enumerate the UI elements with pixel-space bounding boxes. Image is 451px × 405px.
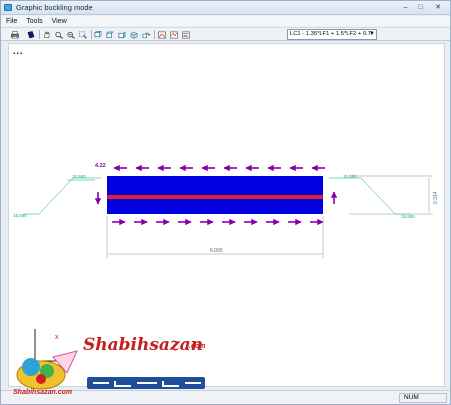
logo-text: Shabihsazan (83, 335, 203, 355)
print-icon[interactable] (10, 30, 20, 39)
menu-tools[interactable]: Tools (26, 18, 42, 25)
menu-view[interactable]: View (52, 18, 67, 25)
num-lock-indicator: NUM (399, 393, 447, 403)
zoom-out-icon[interactable] (66, 30, 76, 39)
buckling-mode-icon[interactable] (157, 30, 167, 39)
logo-suffix: .com (189, 343, 206, 350)
svg-text:x: x (55, 334, 59, 341)
title-bar[interactable]: Graphic buckling mode – □ ✕ (1, 1, 450, 15)
logo-persian-text-icon (87, 377, 205, 389)
close-button[interactable]: ✕ (429, 2, 447, 12)
view-side-icon[interactable] (117, 30, 127, 39)
zoom-icon[interactable] (54, 30, 64, 39)
menu-file[interactable]: File (6, 18, 17, 25)
logo-sub: Shabihsazan.com (13, 389, 73, 396)
book-icon[interactable] (26, 30, 36, 39)
buckling-line (107, 195, 323, 199)
left-bottom-dim: 15.550 (13, 213, 27, 218)
chevron-down-icon: ▼ (369, 31, 375, 37)
app-icon (4, 4, 12, 11)
load-combination-value: LC1 - 1.35*LF1 + 1.5*LF2 + 0.7I (290, 31, 373, 37)
right-bottom-dim: 15.550 (401, 214, 415, 219)
maximize-button[interactable]: □ (414, 2, 427, 12)
minimize-button[interactable]: – (399, 2, 412, 12)
height-dimension (349, 175, 433, 215)
window-title: Graphic buckling mode (16, 3, 93, 12)
view-top-icon[interactable] (105, 30, 115, 39)
pan-hand-icon[interactable] (42, 30, 52, 39)
values-icon[interactable] (181, 30, 191, 39)
view-3d-icon[interactable] (129, 30, 139, 39)
height-dim-label: 0.314 (433, 191, 439, 204)
right-top-dim: 15.550 (343, 174, 357, 179)
logo-emblem-icon: x (16, 329, 78, 390)
deformed-shape-icon[interactable] (169, 30, 179, 39)
toolbar: LC1 - 1.35*LF1 + 1.5*LF2 + 0.7I ▼ (1, 27, 450, 41)
load-factor-label: 4.22 (95, 163, 106, 169)
left-top-dim: 15.550 (72, 174, 86, 179)
left-support-lines (23, 177, 101, 215)
rotate-icon[interactable] (141, 30, 151, 39)
menu-bar: File Tools View (1, 16, 450, 26)
load-combination-select[interactable]: LC1 - 1.35*LF1 + 1.5*LF2 + 0.7I ▼ (287, 29, 377, 40)
view-front-icon[interactable] (93, 30, 103, 39)
right-support-lines (329, 177, 411, 215)
zoom-window-icon[interactable] (78, 30, 88, 39)
length-dim-label: 6.000 (210, 248, 223, 254)
watermark-logo: x Shabihsazan .com Shabihsazan.com (7, 327, 217, 399)
app-window: Graphic buckling mode – □ ✕ File Tools V… (0, 0, 451, 405)
